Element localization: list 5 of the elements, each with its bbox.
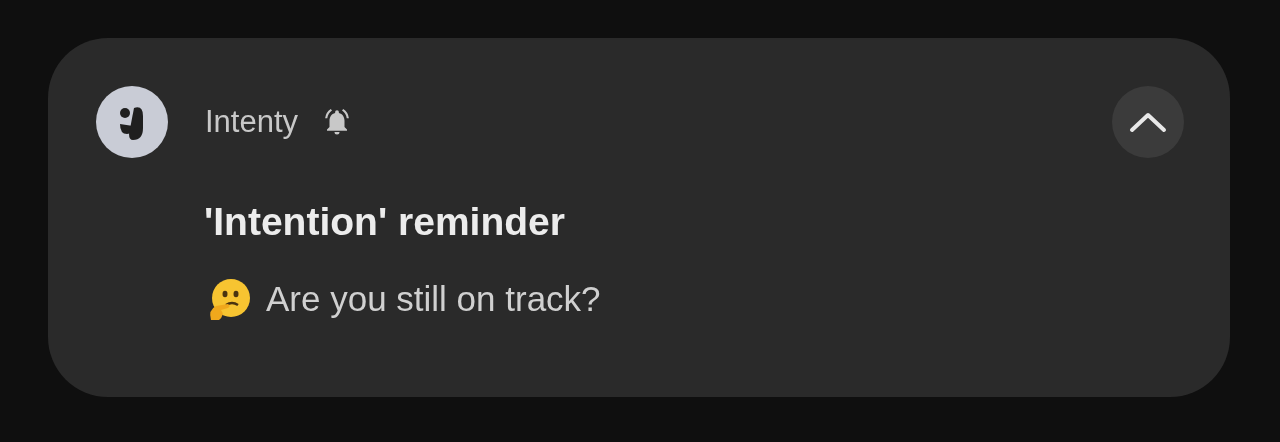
chevron-icon <box>1128 110 1168 134</box>
app-name: Intenty <box>205 102 299 141</box>
notification-title: 'Intention' reminder <box>204 199 566 245</box>
app-logo-icon <box>96 86 168 158</box>
notification-message: Are you still on track? <box>266 277 601 320</box>
